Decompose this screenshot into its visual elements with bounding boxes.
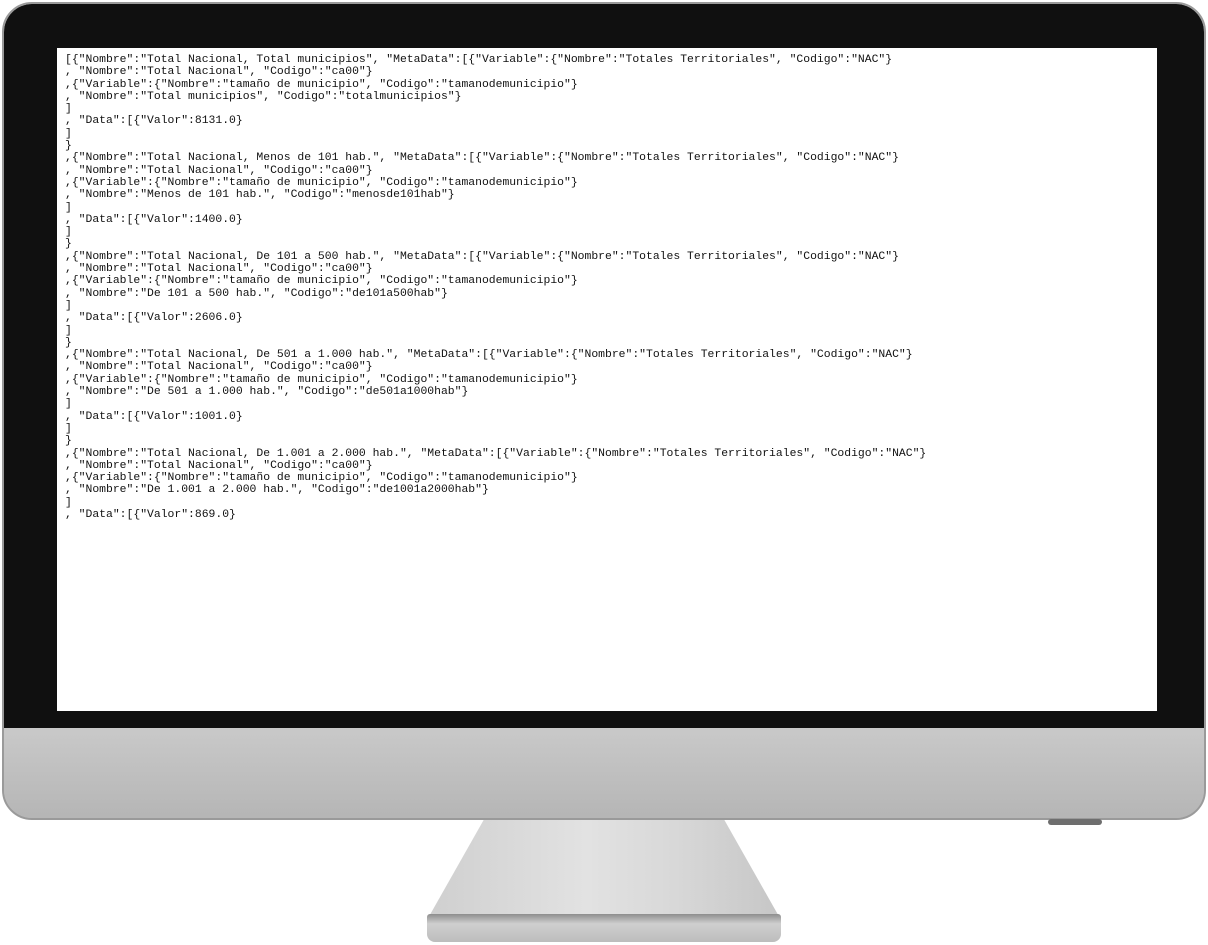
json-line: ,{"Nombre":"Total Nacional, De 501 a 1.0…	[65, 349, 913, 362]
json-line: , "Nombre":"Total Nacional", "Codigo":"c…	[65, 263, 373, 276]
json-line: }	[65, 238, 72, 251]
json-line: , "Data":[{"Valor":869.0}	[65, 508, 236, 521]
json-line: , "Data":[{"Valor":1001.0}	[65, 410, 243, 423]
json-line: ]	[65, 226, 72, 239]
json-line: ]	[65, 398, 72, 411]
json-line: ,{"Nombre":"Total Nacional, De 101 a 500…	[65, 250, 899, 263]
json-line: ]	[65, 127, 72, 140]
json-line: }	[65, 140, 72, 153]
json-line: , "Data":[{"Valor":8131.0}	[65, 115, 243, 128]
json-line: ,{"Variable":{"Nombre":"tamaño de munici…	[65, 373, 578, 386]
json-line: , "Nombre":"De 501 a 1.000 hab.", "Codig…	[65, 386, 469, 399]
json-line: , "Nombre":"Total Nacional", "Codigo":"c…	[65, 66, 373, 79]
json-line: }	[65, 336, 72, 349]
monitor-chin	[4, 728, 1204, 818]
json-line: , "Nombre":"De 101 a 500 hab.", "Codigo"…	[65, 287, 448, 300]
json-line: , "Nombre":"Menos de 101 hab.", "Codigo"…	[65, 189, 455, 202]
json-line: }	[65, 435, 72, 448]
json-line: , "Nombre":"De 1.001 a 2.000 hab.", "Cod…	[65, 484, 489, 497]
json-line: , "Nombre":"Total Nacional", "Codigo":"c…	[65, 361, 373, 374]
json-line: ]	[65, 422, 72, 435]
monitor-stand-base	[427, 914, 781, 942]
json-line: , "Nombre":"Total municipios", "Codigo":…	[65, 90, 462, 103]
json-line: , "Nombre":"Total Nacional", "Codigo":"c…	[65, 164, 373, 177]
json-line: ]	[65, 496, 72, 509]
json-line: ]	[65, 324, 72, 337]
json-line: ,{"Variable":{"Nombre":"tamaño de munici…	[65, 472, 578, 485]
json-line: ,{"Variable":{"Nombre":"tamaño de munici…	[65, 176, 578, 189]
json-line: ,{"Variable":{"Nombre":"tamaño de munici…	[65, 275, 578, 288]
monitor: [{"Nombre":"Total Nacional, Total munici…	[2, 2, 1206, 820]
json-line: ]	[65, 299, 72, 312]
json-line: , "Data":[{"Valor":2606.0}	[65, 312, 243, 325]
json-line: [{"Nombre":"Total Nacional, Total munici…	[65, 54, 893, 66]
json-line: ,{"Nombre":"Total Nacional, Menos de 101…	[65, 152, 899, 165]
json-line: ]	[65, 103, 72, 116]
json-line: , "Nombre":"Total Nacional", "Codigo":"c…	[65, 459, 373, 472]
monitor-shadow	[1048, 819, 1102, 825]
monitor-stand-neck	[427, 820, 781, 920]
json-line: ]	[65, 201, 72, 214]
browser-screen[interactable]: [{"Nombre":"Total Nacional, Total munici…	[57, 48, 1157, 711]
json-response-text[interactable]: [{"Nombre":"Total Nacional, Total munici…	[57, 48, 1157, 521]
json-line: ,{"Variable":{"Nombre":"tamaño de munici…	[65, 78, 578, 91]
json-line: ,{"Nombre":"Total Nacional, De 1.001 a 2…	[65, 447, 927, 460]
screen-bezel: [{"Nombre":"Total Nacional, Total munici…	[4, 4, 1204, 728]
json-line: , "Data":[{"Valor":1400.0}	[65, 213, 243, 226]
